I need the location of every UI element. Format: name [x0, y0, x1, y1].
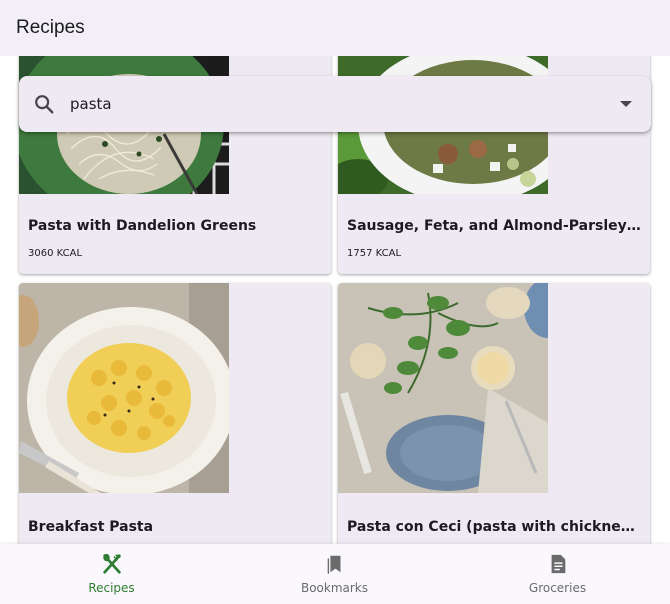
dropdown-arrow-icon[interactable]	[619, 99, 633, 109]
search-icon	[35, 95, 54, 114]
recipe-title: Breakfast Pasta	[28, 519, 154, 535]
nav-item-groceries[interactable]: Groceries	[446, 544, 669, 604]
bookmarks-icon	[327, 555, 341, 575]
recipe-title: Sausage, Feta, and Almond-Parsley Pes...	[347, 218, 643, 234]
recipe-calories: 1757 KCAL	[347, 248, 402, 259]
recipe-card[interactable]: Breakfast Pasta	[19, 283, 331, 544]
nav-label: Groceries	[528, 581, 587, 595]
search-input[interactable]	[70, 95, 570, 113]
nav-item-bookmarks[interactable]: Bookmarks	[223, 544, 446, 604]
recipe-calories: 3060 KCAL	[28, 248, 83, 259]
bottom-navigation: Recipes Bookmarks Groceries	[0, 544, 670, 604]
recipe-card[interactable]: Pasta con Ceci (pasta with chickneas)	[338, 283, 650, 544]
nav-item-recipes[interactable]: Recipes	[0, 544, 223, 604]
app-bar: Recipes	[0, 0, 670, 56]
nav-label: Recipes	[88, 581, 135, 595]
recipe-image	[19, 283, 229, 493]
list-icon	[551, 554, 566, 574]
page-title: Recipes	[16, 17, 85, 38]
recipe-title: Pasta con Ceci (pasta with chickneas)	[347, 519, 643, 535]
search-bar[interactable]	[19, 76, 651, 132]
recipe-title: Pasta with Dandelion Greens	[28, 218, 257, 234]
recipe-image	[338, 283, 548, 493]
nav-label: Bookmarks	[300, 581, 369, 595]
restaurant-icon	[103, 553, 121, 574]
